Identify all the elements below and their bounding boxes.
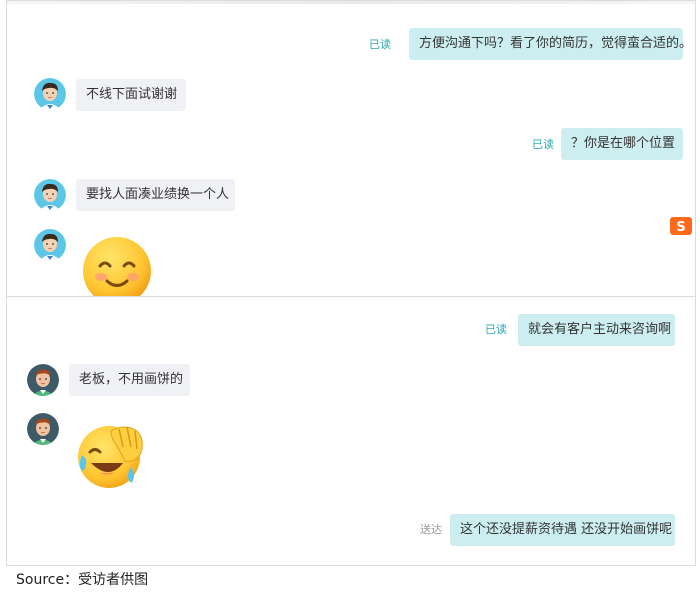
panel-top-divider [7,1,695,4]
user-avatar-icon [27,413,59,445]
outgoing-message-bubble[interactable]: 方便沟通下吗？看了你的简历，觉得蛮合适的。 [409,28,692,60]
user-avatar-icon [34,179,66,211]
incoming-message-bubble[interactable]: 老板，不用画饼的 [69,364,190,396]
laughing-crying-face-icon [78,426,143,488]
outgoing-message-bubble[interactable]: ？你是在哪个位置 [561,128,683,160]
user-avatar-icon [27,364,59,396]
laughing-crying-face-emoji[interactable] [73,419,149,491]
svg-text:S: S [676,220,685,235]
delivered-status: 送达 [420,523,442,536]
recruiter-avatar[interactable] [27,364,59,396]
read-status: 已读 [369,38,391,51]
recruiter-avatar[interactable] [27,413,59,445]
incoming-message-bubble[interactable]: 不线下面试谢谢 [76,79,186,111]
smiling-face-emoji[interactable] [81,235,153,296]
image-source-caption: Source：受访者供图 [16,572,149,588]
read-status: 已读 [532,138,554,151]
outgoing-message-bubble[interactable]: 就会有客户主动来咨询啊 [518,314,675,346]
sogou-s-icon: S [670,217,692,235]
chat-panel-2: 已读 就会有客户主动来咨询啊 老板，不用画饼的 送达 这个还没提薪资待遇 还没开… [6,296,696,566]
candidate-avatar[interactable] [34,229,66,261]
user-avatar-icon [34,229,66,261]
read-status: 已读 [485,323,507,336]
smiling-face-icon [83,237,151,296]
outgoing-message-bubble[interactable]: 这个还没提薪资待遇 还没开始画饼呢 [450,514,675,546]
user-avatar-icon [34,78,66,110]
chat-panel-1: 已读 方便沟通下吗？看了你的简历，觉得蛮合适的。 不线下面试谢谢 已读 ？你是在… [6,0,696,297]
candidate-avatar[interactable] [34,179,66,211]
incoming-message-bubble[interactable]: 要找人面凑业绩换一个人 [76,179,235,211]
candidate-avatar[interactable] [34,78,66,110]
